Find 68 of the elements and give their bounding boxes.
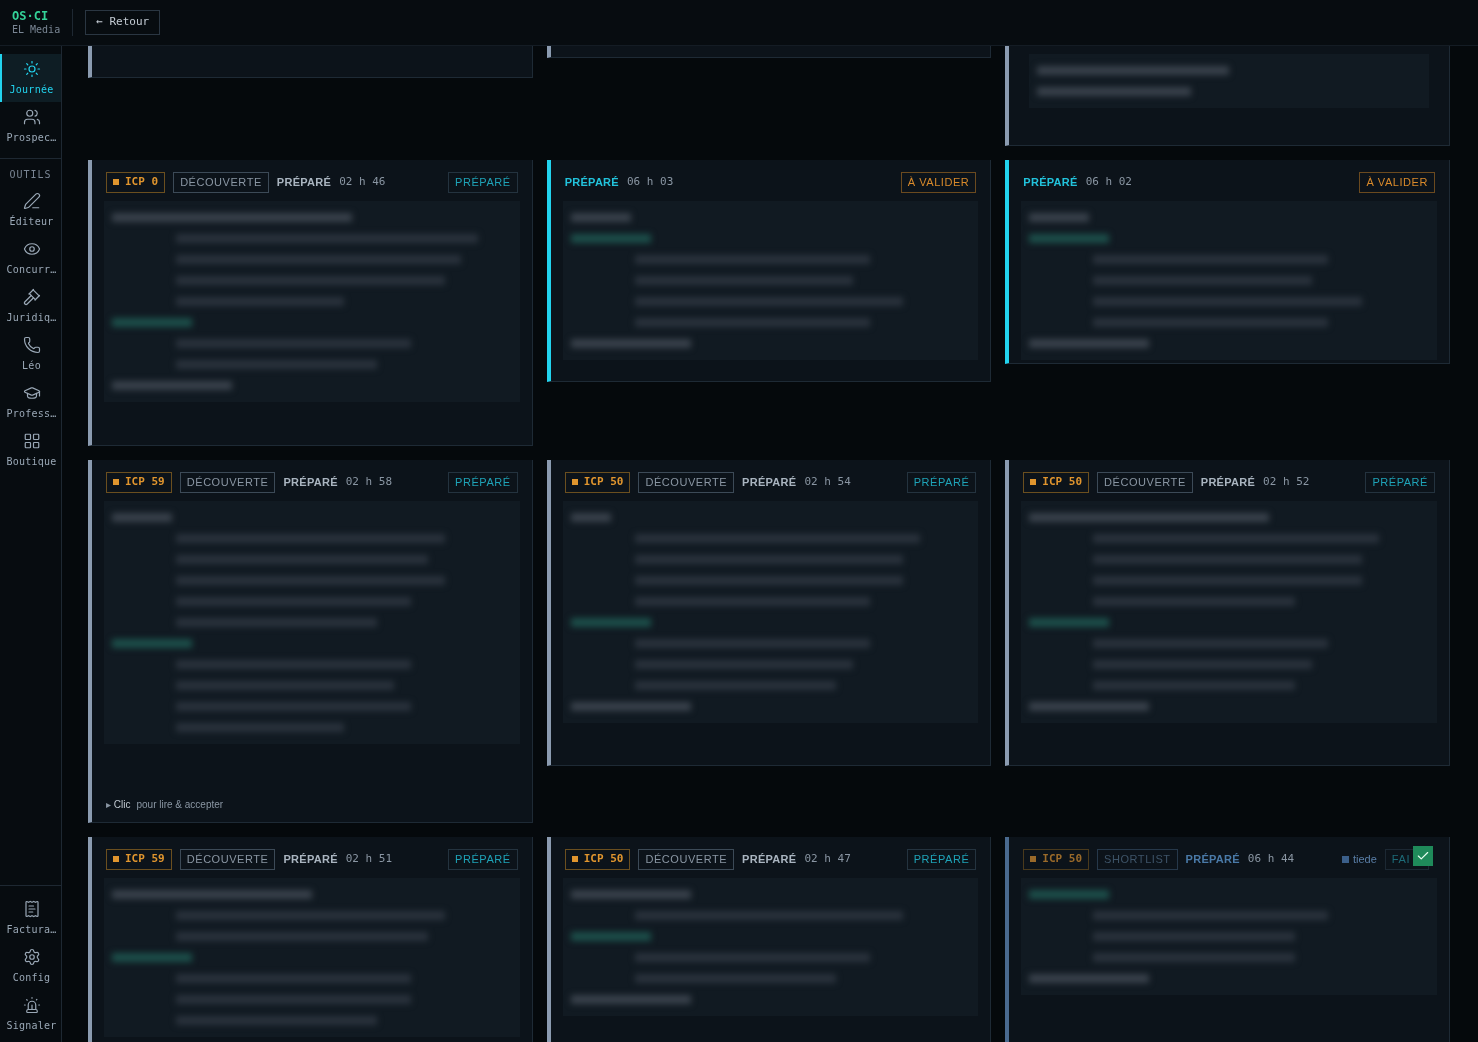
stage-tag: DÉCOUVERTE (179, 849, 276, 870)
sun-icon (22, 59, 41, 78)
gavel-icon (22, 287, 41, 306)
prepared-time: 06 h 02 (1085, 174, 1132, 190)
icp-badge: ICP 59 (106, 472, 172, 493)
check-button[interactable] (1413, 846, 1433, 866)
icp-badge: ICP 59 (106, 849, 172, 870)
status-badge: PRÉPARÉ (906, 849, 977, 870)
prepared-label: PRÉPARÉ (1200, 475, 1256, 490)
prepared-label: PRÉPARÉ (742, 475, 797, 490)
phone-icon (22, 335, 41, 354)
back-button[interactable]: ← Retour (85, 10, 161, 35)
status-badge: À VALIDER (1359, 172, 1435, 193)
prepared-time: 02 h 58 (345, 474, 393, 490)
nav-item[interactable]: Concurr… (0, 234, 61, 282)
nav-item[interactable]: Juridiq… (0, 282, 61, 330)
stage-tag: DÉCOUVERTE (179, 472, 276, 493)
nav-item[interactable]: Config (0, 942, 61, 990)
stage-tag: DÉCOUVERTE (1097, 472, 1193, 493)
check-icon (1416, 849, 1430, 863)
prepared-label: PRÉPARÉ (742, 852, 797, 867)
status-badge: À VALIDER (900, 172, 977, 193)
prepared-label: PRÉPARÉ (1023, 175, 1078, 190)
stage-tag: DÉCOUVERTE (638, 472, 735, 493)
stage-tag: DÉCOUVERTE (173, 172, 269, 193)
prepared-time: 02 h 46 (339, 174, 386, 190)
status-badge: PRÉPARÉ (906, 472, 977, 493)
prepared-time: 02 h 51 (345, 851, 393, 867)
section-label: OUTILS (8, 168, 53, 182)
temperature-tag: tiede (1341, 851, 1377, 868)
icp-badge: ICP 50 (564, 472, 631, 493)
stage-tag: DÉCOUVERTE (638, 849, 735, 870)
status-badge: PRÉPARÉ (448, 472, 518, 493)
nav-item[interactable]: Léo (0, 330, 61, 378)
brand-subtitle: EL Media (12, 23, 61, 37)
settings-icon (22, 947, 41, 966)
brand-name: OS·CI (12, 8, 50, 24)
stage-tag: SHORTLIST (1097, 849, 1178, 870)
nav-item[interactable]: Boutique (0, 426, 61, 474)
nav-item[interactable]: Profess… (0, 378, 61, 426)
receipt-icon (22, 899, 41, 918)
status-badge: PRÉPARÉ (448, 172, 518, 193)
nav-item[interactable]: Journée (0, 54, 61, 102)
nav-item[interactable]: Factura… (0, 894, 61, 942)
prepared-time: 02 h 47 (804, 851, 851, 867)
prepared-time: 02 h 52 (1263, 474, 1310, 490)
users-icon (22, 107, 41, 126)
grid-icon (22, 431, 41, 450)
icp-badge: ICP 50 (1023, 849, 1090, 870)
icp-badge: ICP 0 (106, 172, 166, 193)
status-badge: PRÉPARÉ (1365, 472, 1435, 493)
siren-icon (22, 995, 41, 1014)
nav-item[interactable]: Éditeur (0, 186, 61, 234)
icp-badge: ICP 50 (1023, 472, 1090, 493)
pen-icon (22, 191, 41, 210)
status-badge: PRÉPARÉ (448, 849, 518, 870)
prepared-time: 06 h 03 (626, 174, 674, 190)
footer-hint: ▸ Clic pour lire & accepter (106, 798, 224, 812)
prepared-label: PRÉPARÉ (564, 175, 619, 190)
nav-item[interactable]: Prospec… (0, 102, 61, 150)
prepared-label: PRÉPARÉ (283, 852, 338, 867)
prepared-label: PRÉPARÉ (276, 175, 332, 190)
prepared-time: 02 h 54 (804, 474, 851, 490)
icp-badge: ICP 50 (564, 849, 631, 870)
prepared-label: PRÉPARÉ (283, 475, 338, 490)
prepared-time: 06 h 44 (1247, 851, 1295, 867)
nav-item[interactable]: Signaler (0, 990, 61, 1038)
prepared-label: PRÉPARÉ (1185, 852, 1240, 867)
